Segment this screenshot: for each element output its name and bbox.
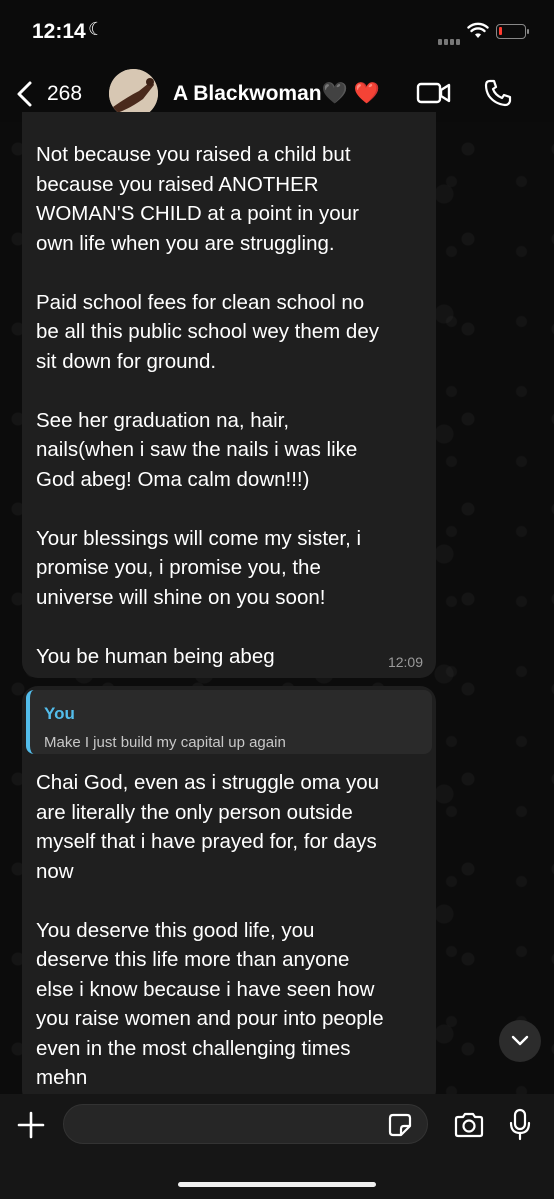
quoted-reply[interactable]: You Make I just build my capital up agai…	[26, 690, 432, 754]
wifi-icon	[467, 22, 489, 38]
phone-call-icon[interactable]	[483, 78, 513, 108]
chevron-down-icon	[511, 1035, 529, 1046]
message-text: Not because you raised a child but becau…	[36, 143, 379, 668]
battery-icon	[496, 24, 529, 39]
battery-level	[499, 27, 502, 35]
home-indicator	[178, 1182, 376, 1187]
avatar[interactable]	[109, 69, 158, 118]
plus-icon[interactable]	[17, 1111, 45, 1139]
back-chevron-icon[interactable]	[14, 80, 36, 108]
message-text: Chai God, even as i struggle oma you are…	[36, 771, 384, 1089]
message-bubble[interactable]: Not because you raised a child but becau…	[22, 112, 436, 678]
unread-count[interactable]: 268	[47, 82, 82, 106]
status-time: 12:14	[32, 20, 86, 43]
message-input[interactable]	[63, 1104, 428, 1144]
message-bubble[interactable]: You Make I just build my capital up agai…	[22, 686, 436, 1106]
message-time: 12:09	[387, 654, 423, 670]
status-bar: 12:14 ☾	[0, 0, 554, 66]
composer-bar	[0, 1094, 554, 1199]
quoted-author: You	[44, 704, 75, 723]
quoted-text: Make I just build my capital up again	[44, 734, 286, 751]
scroll-down-button[interactable]	[499, 1020, 541, 1062]
sticker-icon[interactable]	[388, 1113, 412, 1137]
moon-icon: ☾	[88, 19, 105, 39]
mic-icon[interactable]	[509, 1108, 531, 1142]
contact-name[interactable]: A Blackwoman🖤 ❤️	[173, 82, 380, 106]
camera-icon[interactable]	[453, 1112, 485, 1138]
video-call-icon[interactable]	[416, 80, 452, 106]
avatar-photo	[109, 69, 158, 118]
signal-icon	[438, 32, 462, 50]
